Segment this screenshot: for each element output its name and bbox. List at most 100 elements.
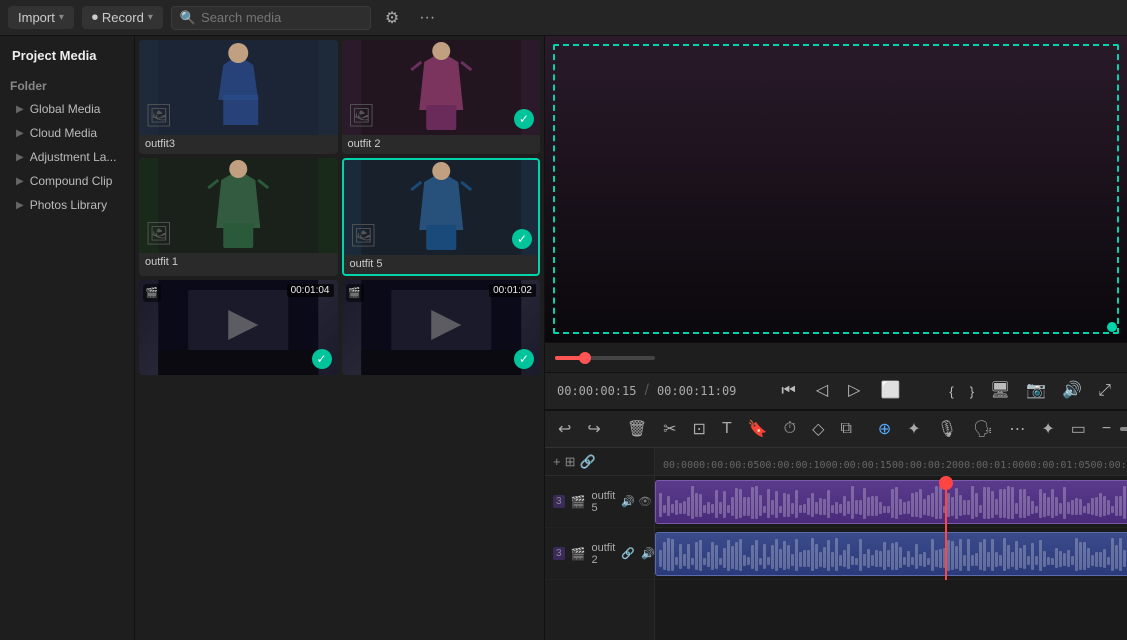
tl-track-row-outfit2 <box>655 528 1127 580</box>
play-button[interactable]: ▷ <box>844 381 864 401</box>
record-chevron-icon: ▾ <box>148 12 153 23</box>
tl-track-label-outfit2: 3 🎬 outfit 2 🔗 🔊 👁 <box>545 528 654 580</box>
timecode-total: 00:00:11:09 <box>657 384 736 398</box>
ruler-mark-5: 00:00:01:00 <box>958 460 1024 471</box>
image-icon: 🖼 <box>350 223 378 249</box>
clip-waveform2 <box>656 533 1127 575</box>
fullscreen-button[interactable]: ⤢ <box>1094 381 1115 401</box>
sidebar-item-cloud-media[interactable]: ▶ Cloud Media <box>0 121 134 145</box>
import-chevron-icon: ▾ <box>59 12 64 23</box>
mark-out-button[interactable]: } <box>966 383 978 400</box>
track-mute-icon2[interactable]: 🔊 <box>641 547 655 560</box>
tl-zoom-out-button[interactable]: − <box>1097 418 1116 440</box>
frame-back-button[interactable]: ◁ <box>812 381 832 401</box>
tl-ruler-marks: 00:00 00:00:00:05 00:00:00:10 00:00:00:1… <box>655 460 1127 471</box>
tl-cut-button[interactable]: ✂ <box>658 417 681 441</box>
image-icon: 🖼 <box>145 103 173 129</box>
tl-undo-button[interactable]: ↩ <box>553 417 576 441</box>
track-link-icon: 🔗 <box>621 547 635 560</box>
tl-ripple-button[interactable]: ⊕ <box>873 417 896 441</box>
timecode-current: 00:00:00:15 <box>557 384 636 398</box>
tl-multiclip-button[interactable]: ⧉ <box>835 418 856 440</box>
media-item-outfit1[interactable]: 🖼 outfit 1 <box>139 158 338 276</box>
clip-outfit2[interactable] <box>655 532 1127 576</box>
monitor-button[interactable]: 🖥 <box>986 381 1014 401</box>
track-number-3: 3 <box>553 495 565 508</box>
preview-progress-bar[interactable] <box>555 356 655 360</box>
tl-speed-button[interactable]: ⏱ <box>779 418 801 440</box>
tl-crop-button[interactable]: ⊡ <box>688 417 711 441</box>
tl-delete-button[interactable]: 🗑 <box>622 417 652 441</box>
media-item-video2[interactable]: 00:01:02 🎬 ✓ <box>342 280 541 375</box>
sidebar-item-photos-library[interactable]: ▶ Photos Library <box>0 193 134 217</box>
media-item-outfit3[interactable]: 🖼 outfit3 <box>139 40 338 154</box>
tl-sticker-button[interactable]: 🔖 <box>743 417 773 441</box>
import-label: Import <box>18 10 55 25</box>
tl-track-label-text-outfit5: outfit 5 <box>592 490 616 514</box>
ruler-mark-1: 00:00:00:05 <box>693 460 759 471</box>
ctrl-right: { } 🖥 📷 🔊 ⤢ <box>945 381 1115 401</box>
filter-button[interactable]: ⚙ <box>379 6 405 30</box>
tl-transition-button[interactable]: ⋯ <box>1004 417 1030 441</box>
track-controls: 🔊 👁 <box>621 495 652 508</box>
media-grid: 🖼 outfit3 🖼 ✓ outfit 2 <box>135 36 545 640</box>
video2-timecode: 00:01:02 <box>489 284 536 297</box>
search-icon: 🔍 <box>180 10 196 26</box>
audio-button[interactable]: 🔊 <box>1058 381 1086 401</box>
track-video-icon2: 🎬 <box>571 547 586 561</box>
tl-zoom-slider[interactable] <box>1120 427 1127 431</box>
track-number-2: 3 <box>553 547 565 560</box>
record-button[interactable]: ⏺ Record ▾ <box>82 6 163 29</box>
track-settings-button[interactable]: ⊞ <box>565 454 576 470</box>
sidebar-label-global-media: Global Media <box>30 102 101 116</box>
track-video-icon: 🎬 <box>571 495 586 509</box>
sidebar-item-global-media[interactable]: ▶ Global Media <box>0 97 134 121</box>
crop-button[interactable]: ⬜ <box>876 381 904 401</box>
ruler-mark-4: 00:00:00:20 <box>892 460 958 471</box>
tl-ruler: 00:00 00:00:00:05 00:00:00:10 00:00:00:1… <box>655 448 1127 476</box>
tl-voiceover-button[interactable]: 🗣 <box>968 417 998 441</box>
track-mute-icon[interactable]: 🔊 <box>621 495 635 508</box>
tl-redo-button[interactable]: ↪ <box>582 417 605 441</box>
tl-voice-button[interactable]: 🎙 <box>932 417 962 441</box>
more-button[interactable]: ··· <box>413 7 441 29</box>
add-track-button[interactable]: + <box>553 454 561 469</box>
preview-scene-svg: RACECAR <box>545 36 1127 342</box>
progress-thumb[interactable] <box>579 352 591 364</box>
import-button[interactable]: Import ▾ <box>8 6 74 29</box>
ctrl-left: 00:00:00:15 / 00:00:11:09 <box>557 382 736 400</box>
tl-subtitle-button[interactable]: ▭ <box>1066 417 1091 441</box>
snapshot-button[interactable]: 📷 <box>1022 381 1050 401</box>
corner-handle[interactable] <box>1107 322 1117 332</box>
preview-scene: RACECAR <box>545 36 1127 342</box>
sidebar-label-compound-clip: Compound Clip <box>30 174 113 188</box>
timeline-tracks-area: 00:00 00:00:00:05 00:00:00:10 00:00:00:1… <box>655 448 1127 640</box>
tl-label-toolbar: + ⊞ 🔗 <box>545 448 654 476</box>
clip-outfit5[interactable] <box>655 480 1127 524</box>
clip-icon: 🎬 <box>346 284 364 302</box>
sidebar-arrow-icon: ▶ <box>16 176 24 187</box>
media-item-outfit5[interactable]: 🖼 ✓ outfit 5 <box>342 158 541 276</box>
preview-sub-controls <box>545 342 1127 372</box>
sidebar: Project Media Folder ▶ Global Media ▶ Cl… <box>0 36 135 640</box>
tl-text-button[interactable]: T <box>717 418 737 440</box>
sidebar-item-compound-clip[interactable]: ▶ Compound Clip <box>0 169 134 193</box>
tl-shape-button[interactable]: ◇ <box>807 417 829 441</box>
timeline-track-labels: + ⊞ 🔗 3 🎬 outfit 5 🔊 👁 3 <box>545 448 655 640</box>
sidebar-arrow-icon: ▶ <box>16 104 24 115</box>
tl-track-label-text-outfit2: outfit 2 <box>592 542 616 566</box>
tl-track-row-outfit5 <box>655 476 1127 528</box>
media-label-outfit1: outfit 1 <box>139 253 338 272</box>
jump-back-button[interactable]: ⏮ <box>777 381 799 401</box>
media-item-video1[interactable]: 00:01:04 🎬 ✓ <box>139 280 338 375</box>
media-item-outfit2[interactable]: 🖼 ✓ outfit 2 <box>342 40 541 154</box>
track-eye-icon[interactable]: 👁 <box>638 495 652 508</box>
tl-color-button[interactable]: ✦ <box>902 417 925 441</box>
sidebar-item-adjustment[interactable]: ▶ Adjustment La... <box>0 145 134 169</box>
search-input[interactable] <box>201 10 362 25</box>
tl-vfx-button[interactable]: ✦ <box>1036 417 1059 441</box>
mark-in-button[interactable]: { <box>945 383 957 400</box>
video1-timecode: 00:01:04 <box>287 284 334 297</box>
media-label-outfit2: outfit 2 <box>342 135 541 154</box>
link-button[interactable]: 🔗 <box>580 454 596 470</box>
